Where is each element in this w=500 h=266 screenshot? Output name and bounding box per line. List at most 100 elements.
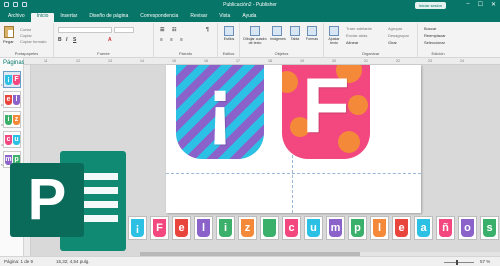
letter-tile[interactable]: e bbox=[392, 216, 411, 240]
bullets-icon[interactable]: ☰ bbox=[160, 27, 164, 33]
font-name-input[interactable] bbox=[58, 27, 112, 33]
draw-textbox-button[interactable]: Dibujar cuadro de texto bbox=[243, 26, 267, 45]
letter-tile[interactable]: p bbox=[348, 216, 367, 240]
copy-button[interactable]: Copiar bbox=[20, 33, 32, 38]
letter-tile[interactable]: F bbox=[150, 216, 169, 240]
letter-tile[interactable]: u bbox=[304, 216, 323, 240]
paragraph-label: Párrafo bbox=[178, 51, 193, 56]
font-label: Fuente bbox=[97, 51, 110, 56]
organize-group: Ajustar texto Traer adelante Enviar atrá… bbox=[324, 23, 418, 57]
styles-icon bbox=[224, 26, 234, 36]
tab-archivo[interactable]: Archivo bbox=[2, 13, 31, 22]
close-icon[interactable]: ✕ bbox=[491, 1, 496, 8]
numbering-icon[interactable]: ☷ bbox=[172, 27, 176, 33]
styles-button[interactable]: Estilos bbox=[222, 26, 236, 41]
font-color-icon[interactable]: A bbox=[108, 37, 112, 43]
zoom-level[interactable]: 57 % bbox=[480, 259, 490, 264]
zoom-slider-knob[interactable] bbox=[456, 260, 458, 265]
tab-ayuda[interactable]: Ayuda bbox=[236, 13, 262, 22]
letter-tile[interactable]: i bbox=[216, 216, 235, 240]
paste-button[interactable]: Pegar bbox=[3, 39, 14, 44]
rotate-button[interactable]: Girar bbox=[388, 40, 397, 45]
page-sheet[interactable]: ¡ F bbox=[166, 65, 421, 213]
letter-tile[interactable] bbox=[260, 216, 279, 240]
maximize-icon[interactable]: ☐ bbox=[478, 1, 483, 8]
textbox-icon bbox=[250, 26, 260, 36]
wrap-text-button[interactable]: Ajustar texto bbox=[326, 26, 342, 45]
status-bar: Página: 1 de 9 15,32; 4,54 pulg. 57 % bbox=[0, 256, 500, 266]
images-button[interactable]: Imágenes bbox=[270, 26, 286, 41]
tab-revisar[interactable]: Revisar bbox=[184, 13, 213, 22]
page-thumbnail[interactable]: i z 3 bbox=[1, 111, 21, 128]
font-size-input[interactable] bbox=[114, 27, 134, 33]
styles-group: Estilos Estilos bbox=[218, 23, 240, 57]
tab-diseno[interactable]: Diseño de página bbox=[83, 13, 134, 22]
letter-tile[interactable]: l bbox=[370, 216, 389, 240]
align-button[interactable]: Alinear bbox=[346, 40, 358, 45]
styles-label: Estilos bbox=[222, 51, 235, 56]
send-backward-button[interactable]: Enviar atrás bbox=[346, 33, 367, 38]
bring-forward-button[interactable]: Traer adelante bbox=[346, 26, 372, 31]
title-bar: Publicación2 - Publisher Iniciar sesión … bbox=[0, 0, 500, 11]
find-button[interactable]: Buscar bbox=[424, 26, 436, 31]
edit-group: Buscar Reemplazar Seleccionar Edición bbox=[418, 23, 458, 57]
image-icon bbox=[272, 26, 282, 36]
tab-insertar[interactable]: Insertar bbox=[54, 13, 83, 22]
letter-tile[interactable]: l bbox=[194, 216, 213, 240]
group-button[interactable]: Agrupar bbox=[388, 26, 402, 31]
underline-icon[interactable]: S bbox=[73, 37, 76, 43]
shapes-button[interactable]: Formas bbox=[305, 26, 319, 41]
paste-icon[interactable] bbox=[4, 26, 14, 38]
cut-button[interactable]: Cortar bbox=[20, 27, 31, 32]
banner-letter-f[interactable]: F bbox=[282, 65, 370, 159]
format-painter-button[interactable]: Copiar formato bbox=[20, 39, 46, 44]
table-icon bbox=[290, 26, 300, 36]
letter-tile[interactable]: a bbox=[414, 216, 433, 240]
tab-inicio[interactable]: Inicio bbox=[30, 13, 55, 22]
align-left-icon[interactable]: ≡ bbox=[160, 37, 163, 43]
minimize-icon[interactable]: – bbox=[466, 1, 469, 8]
zoom-slider[interactable] bbox=[444, 262, 474, 263]
paragraph-mark-icon[interactable]: ¶ bbox=[206, 27, 209, 33]
window-controls: – ☐ ✕ bbox=[466, 1, 496, 8]
page-thumbnail[interactable]: ¡ F 1 bbox=[1, 71, 21, 88]
letter-tile[interactable]: z bbox=[238, 216, 257, 240]
horizontal-ruler: 11 12 13 14 15 16 17 18 19 20 21 22 23 2… bbox=[24, 58, 500, 65]
table-button[interactable]: Tabla bbox=[288, 26, 302, 41]
clipboard-group: Pegar Cortar Copiar Copiar formato Porta… bbox=[0, 23, 54, 57]
objects-label: Objetos bbox=[274, 51, 289, 56]
publisher-logo: P bbox=[8, 145, 132, 257]
font-group: B I S A Fuente bbox=[54, 23, 154, 57]
paragraph-group: ☰ ☷ ¶ ≡ ≡ ≡ Párrafo bbox=[154, 23, 218, 57]
letter-tiles-strip: ¡ F e l i z c u m p l e a ñ o s ! bbox=[128, 216, 500, 242]
bold-icon[interactable]: B bbox=[58, 37, 62, 43]
align-center-icon[interactable]: ≡ bbox=[170, 37, 173, 43]
tab-vista[interactable]: Vista bbox=[213, 13, 236, 22]
tab-correspondencia[interactable]: Correspondencia bbox=[134, 13, 184, 22]
page-thumbnail[interactable]: e l 2 bbox=[1, 91, 21, 108]
ribbon: Pegar Cortar Copiar Copiar formato Porta… bbox=[0, 22, 500, 58]
objects-group: Dibujar cuadro de texto Imágenes Tabla F… bbox=[240, 23, 324, 57]
wrap-text-icon bbox=[329, 26, 339, 36]
select-button[interactable]: Seleccionar bbox=[424, 40, 445, 45]
letter-tile[interactable]: ñ bbox=[436, 216, 455, 240]
pages-pane-title: Páginas bbox=[3, 60, 25, 66]
letter-tile[interactable]: e bbox=[172, 216, 191, 240]
italic-icon[interactable]: I bbox=[66, 37, 67, 43]
shapes-icon bbox=[307, 26, 317, 36]
align-right-icon[interactable]: ≡ bbox=[180, 37, 183, 43]
organize-label: Organizar bbox=[361, 51, 380, 56]
letter-tile[interactable]: s bbox=[480, 216, 499, 240]
clipboard-label: Portapapeles bbox=[14, 51, 39, 56]
ungroup-button[interactable]: Desagrupar bbox=[388, 33, 409, 38]
letter-tile[interactable]: ¡ bbox=[128, 216, 147, 240]
sign-in-button[interactable]: Iniciar sesión bbox=[414, 2, 446, 9]
banner-letter-exclamation[interactable]: ¡ bbox=[176, 65, 264, 159]
letter-tile[interactable]: m bbox=[326, 216, 345, 240]
page-indicator[interactable]: Página: 1 de 9 bbox=[4, 259, 33, 264]
letter-tile[interactable]: o bbox=[458, 216, 477, 240]
cursor-position: 15,32; 4,54 pulg. bbox=[56, 259, 90, 264]
ribbon-tabs: Archivo Inicio Insertar Diseño de página… bbox=[0, 11, 500, 22]
replace-button[interactable]: Reemplazar bbox=[424, 33, 446, 38]
letter-tile[interactable]: c bbox=[282, 216, 301, 240]
